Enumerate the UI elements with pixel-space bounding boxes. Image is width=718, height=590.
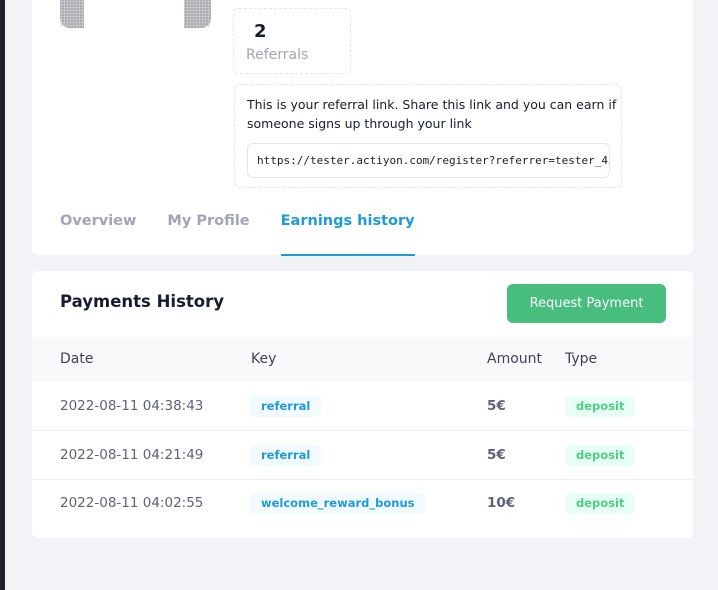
row-amount: 5€ [487, 447, 506, 463]
row-key-badge: welcome_reward_bonus [250, 493, 426, 514]
sidebar-edge [0, 0, 5, 590]
referral-link-box: This is your referral link. Share this l… [234, 84, 622, 188]
referrals-label: Referrals [246, 47, 309, 63]
row-amount: 10€ [487, 495, 516, 511]
row-type-badge: deposit [566, 396, 635, 417]
row-amount: 5€ [487, 398, 506, 414]
tab-my-profile[interactable]: My Profile [167, 206, 249, 256]
column-key[interactable]: Key [251, 351, 276, 367]
profile-card: 2 Referrals This is your referral link. … [32, 0, 693, 256]
table-row: 2022-08-11 04:38:43 referral 5€ deposit [32, 383, 693, 431]
row-date: 2022-08-11 04:21:49 [60, 447, 204, 463]
avatar [60, 0, 211, 28]
payments-title: Payments History [60, 292, 225, 311]
row-key-badge: referral [250, 445, 322, 466]
referrals-count: 2 [254, 21, 267, 42]
row-date: 2022-08-11 04:02:55 [60, 495, 204, 511]
tab-overview[interactable]: Overview [60, 206, 136, 256]
row-date: 2022-08-11 04:38:43 [60, 398, 204, 414]
payments-history-card: Payments History Request Payment Date Ke… [32, 271, 693, 538]
request-payment-button[interactable]: Request Payment [507, 284, 666, 323]
row-type-badge: deposit [566, 445, 635, 466]
row-type-badge: deposit [566, 493, 635, 514]
table-row: 2022-08-11 04:02:55 welcome_reward_bonus… [32, 480, 693, 528]
table-header: Date Key Amount Type [32, 337, 693, 382]
column-type[interactable]: Type [565, 351, 597, 367]
column-amount[interactable]: Amount [487, 351, 542, 367]
referral-link-field[interactable]: https://tester.actiyon.com/register?refe… [247, 143, 610, 178]
referrals-stat: 2 Referrals [233, 8, 351, 74]
referral-description: This is your referral link. Share this l… [247, 97, 617, 131]
row-key-badge: referral [250, 396, 322, 417]
tab-earnings-history[interactable]: Earnings history [280, 206, 415, 256]
table-row: 2022-08-11 04:21:49 referral 5€ deposit [32, 432, 693, 480]
column-date[interactable]: Date [60, 351, 93, 367]
profile-tabs: Overview My Profile Earnings history [60, 206, 446, 256]
